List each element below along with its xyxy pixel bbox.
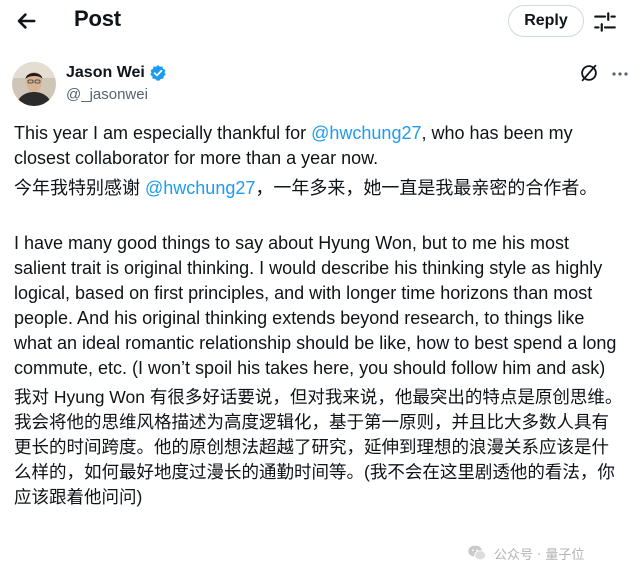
- profile-photo: [12, 62, 56, 106]
- sliders-icon[interactable]: [592, 9, 618, 35]
- watermark-text: 公众号 · 量子位: [494, 547, 585, 563]
- arrow-left-icon[interactable]: [12, 7, 40, 35]
- page-title: Post: [74, 6, 121, 31]
- grok-icon[interactable]: [578, 62, 600, 84]
- tweet-paragraph-en-2: I have many good things to say about Hyu…: [14, 233, 617, 378]
- mention-link[interactable]: @hwchung27: [145, 178, 255, 198]
- tweet-body: This year I am especially thankful for @…: [14, 121, 624, 510]
- watermark: 公众号 · 量子位: [466, 540, 584, 566]
- tweet-paragraph-cn-1: 今年我特别感谢 @hwchung27，一年多来，她一直是我最亲密的合作者。: [14, 176, 624, 201]
- avatar[interactable]: [12, 62, 56, 106]
- author-handle[interactable]: @_jasonwei: [66, 86, 148, 103]
- author-name[interactable]: Jason Wei: [66, 64, 145, 82]
- more-options-icon[interactable]: [610, 64, 630, 84]
- tweet-paragraph-cn-2: 我对 Hyung Won 有很多好话要说，但对我来说，他最突出的特点是原创思维。…: [14, 387, 623, 507]
- tweet-text-segment: This year I am especially thankful for: [14, 123, 312, 143]
- top-bar: Post Reply: [0, 0, 640, 44]
- verified-badge-icon: [150, 65, 166, 81]
- tweet-paragraph-en-1: This year I am especially thankful for @…: [14, 121, 624, 171]
- tweet-text-segment: 今年我特别感谢: [14, 178, 146, 198]
- wechat-icon: [468, 545, 487, 561]
- mention-link[interactable]: @hwchung27: [311, 123, 421, 143]
- reply-button[interactable]: Reply: [508, 5, 584, 37]
- tweet-text-segment: ，一年多来，她一直是我最亲密的合作者。: [255, 178, 598, 198]
